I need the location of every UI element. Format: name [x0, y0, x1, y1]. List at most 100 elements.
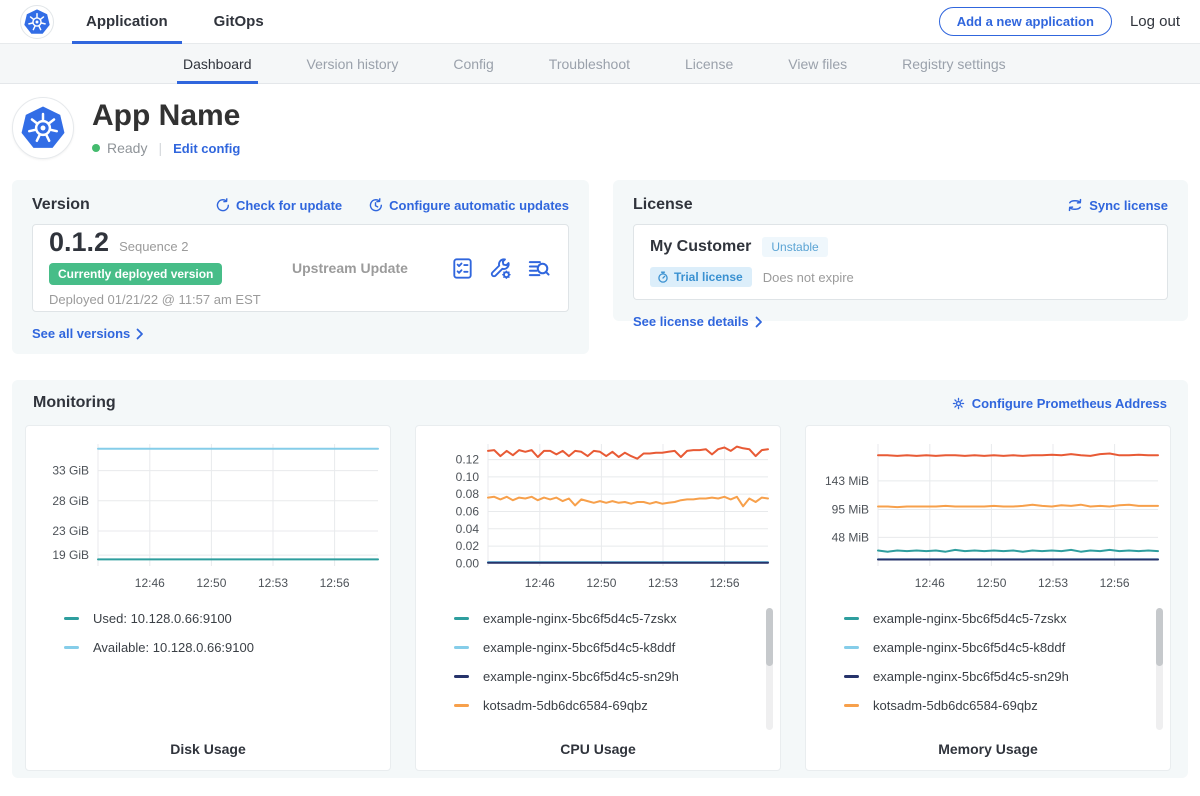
version-source-label: Upstream Update	[277, 260, 451, 276]
edit-config-link[interactable]: Edit config	[173, 141, 240, 156]
tab-version-history[interactable]: Version history	[307, 44, 399, 83]
tab-config[interactable]: Config	[453, 44, 493, 83]
cpu-usage-chart[interactable]: 12:4612:5012:5312:560.120.100.080.060.04…	[424, 436, 774, 596]
legend-item: example-nginx-5bc6f5d4c5-k8ddf	[454, 639, 772, 655]
tab-registry-settings[interactable]: Registry settings	[902, 44, 1005, 83]
legend-dash	[844, 646, 859, 649]
memory-usage-chart[interactable]: 12:4612:5012:5312:56143 MiB95 MiB48 MiB	[814, 436, 1164, 596]
svg-text:12:46: 12:46	[135, 576, 165, 590]
chevron-right-icon	[755, 316, 763, 328]
app-icon	[12, 97, 74, 159]
legend-label: kotsadm-5db6dc6584-69qbz	[873, 698, 1038, 713]
legend-label: example-nginx-5bc6f5d4c5-7zskx	[483, 611, 677, 626]
legend-dash	[64, 646, 79, 649]
add-new-application-button[interactable]: Add a new application	[939, 7, 1112, 36]
svg-text:28 GiB: 28 GiB	[52, 494, 89, 508]
version-card: Version Check for update Configure autom…	[12, 180, 589, 354]
kubernetes-logo[interactable]	[20, 5, 54, 39]
configure-prometheus-label: Configure Prometheus Address	[972, 396, 1167, 411]
license-card-title: License	[633, 196, 693, 214]
svg-text:0.04: 0.04	[456, 522, 480, 536]
customer-name: My Customer	[650, 238, 751, 256]
sync-license-link[interactable]: Sync license	[1067, 197, 1168, 213]
legend-dash	[454, 617, 469, 620]
disk-usage-chart[interactable]: 12:4612:5012:5312:5633 GiB28 GiB23 GiB19…	[34, 436, 384, 596]
app-sub-nav: Dashboard Version history Config Trouble…	[0, 44, 1200, 84]
svg-text:12:56: 12:56	[1100, 576, 1130, 590]
legend-dash	[844, 704, 859, 707]
chevron-right-icon	[136, 328, 144, 340]
check-for-update-label: Check for update	[236, 198, 342, 213]
legend-label: example-nginx-5bc6f5d4c5-sn29h	[483, 669, 679, 684]
tab-gitops[interactable]: GitOps	[200, 0, 278, 43]
see-license-details-link[interactable]: See license details	[633, 314, 763, 329]
preflight-checks-button[interactable]	[451, 257, 474, 280]
disk-usage-legend: Used: 10.128.0.66:9100Available: 10.128.…	[64, 610, 382, 734]
top-nav: Application GitOps Add a new application…	[0, 0, 1200, 44]
check-for-update-link[interactable]: Check for update	[215, 198, 342, 213]
legend-item: example-nginx-5bc6f5d4c5-7zskx	[454, 610, 772, 626]
svg-text:19 GiB: 19 GiB	[52, 548, 89, 562]
version-card-title: Version	[32, 196, 90, 214]
license-panel: My Customer Unstable Trial license Does …	[633, 224, 1168, 300]
svg-text:12:50: 12:50	[586, 576, 616, 590]
legend-item: example-nginx-5bc6f5d4c5-sn29h	[844, 668, 1162, 684]
legend-item: kotsadm-5db6dc6584-69qbz	[454, 697, 772, 713]
tab-troubleshoot[interactable]: Troubleshoot	[549, 44, 630, 83]
legend-item: example-nginx-5bc6f5d4c5-7zskx	[844, 610, 1162, 626]
monitoring-title: Monitoring	[33, 394, 116, 412]
sequence-label: Sequence 2	[119, 239, 188, 254]
legend-label: example-nginx-5bc6f5d4c5-sn29h	[873, 669, 1069, 684]
legend-item: Used: 10.128.0.66:9100	[64, 610, 382, 626]
legend-label: Used: 10.128.0.66:9100	[93, 611, 232, 626]
svg-text:12:50: 12:50	[196, 576, 226, 590]
legend-label: example-nginx-5bc6f5d4c5-k8ddf	[873, 640, 1065, 655]
legend-label: kotsadm-5db6dc6584-69qbz	[483, 698, 648, 713]
tab-license[interactable]: License	[685, 44, 733, 83]
legend-dash	[454, 704, 469, 707]
deployed-timestamp: Deployed 01/21/22 @ 11:57 am EST	[49, 292, 277, 307]
see-all-versions-label: See all versions	[32, 326, 130, 341]
trial-license-label: Trial license	[674, 270, 743, 284]
see-all-versions-link[interactable]: See all versions	[32, 326, 144, 341]
stopwatch-icon	[657, 271, 669, 283]
gear-icon	[951, 396, 966, 411]
cpu-usage-chart-card: 12:4612:5012:5312:560.120.100.080.060.04…	[415, 425, 781, 771]
configure-automatic-updates-link[interactable]: Configure automatic updates	[368, 198, 569, 213]
kubernetes-app-icon	[21, 106, 65, 150]
legend-scrollbar[interactable]	[766, 608, 773, 730]
app-header: App Name Ready | Edit config	[0, 84, 1200, 175]
tab-view-files[interactable]: View files	[788, 44, 847, 83]
legend-dash	[454, 675, 469, 678]
deployed-badge: Currently deployed version	[49, 263, 222, 285]
version-number: 0.1.2	[49, 229, 109, 255]
trial-license-badge: Trial license	[650, 267, 752, 287]
legend-scrollbar[interactable]	[1156, 608, 1163, 730]
logout-button[interactable]: Log out	[1130, 13, 1180, 30]
current-version-panel: 0.1.2 Sequence 2 Currently deployed vers…	[32, 224, 569, 312]
scrollbar-thumb[interactable]	[766, 608, 773, 666]
svg-text:0.02: 0.02	[456, 539, 480, 553]
svg-text:0.08: 0.08	[456, 487, 480, 501]
svg-text:12:53: 12:53	[258, 576, 288, 590]
legend-item: example-nginx-5bc6f5d4c5-k8ddf	[844, 639, 1162, 655]
svg-text:95 MiB: 95 MiB	[832, 502, 869, 516]
configure-prometheus-link[interactable]: Configure Prometheus Address	[951, 396, 1167, 411]
legend-dash	[64, 617, 79, 620]
legend-label: example-nginx-5bc6f5d4c5-7zskx	[873, 611, 1067, 626]
edit-config-button[interactable]	[489, 257, 512, 280]
chart-title-disk: Disk Usage	[26, 741, 390, 757]
view-diff-button[interactable]	[527, 257, 550, 280]
svg-text:0.10: 0.10	[456, 470, 480, 484]
tab-dashboard[interactable]: Dashboard	[183, 44, 252, 83]
svg-text:12:46: 12:46	[525, 576, 555, 590]
cpu-usage-legend: example-nginx-5bc6f5d4c5-7zskx example-ng…	[454, 610, 772, 734]
license-card: License Sync license My Customer Unstabl…	[613, 180, 1188, 321]
svg-text:12:53: 12:53	[648, 576, 678, 590]
refresh-icon	[215, 198, 230, 213]
tab-application[interactable]: Application	[72, 0, 182, 43]
scrollbar-thumb[interactable]	[1156, 608, 1163, 666]
svg-text:33 GiB: 33 GiB	[52, 464, 89, 478]
sync-license-label: Sync license	[1089, 198, 1168, 213]
svg-text:23 GiB: 23 GiB	[52, 524, 89, 538]
